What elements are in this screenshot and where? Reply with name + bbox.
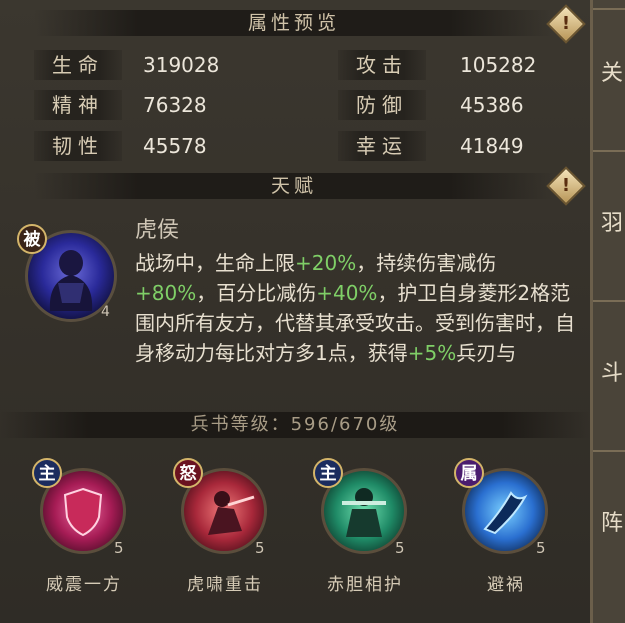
desc-value: +40% [316, 281, 378, 305]
strip-glyph: 斗 [601, 361, 624, 386]
desc-text: ，百分比减伤 [196, 281, 317, 305]
skill-level-1: 5 [114, 539, 124, 557]
stat-label-attack: 攻击 [338, 50, 426, 80]
skill-level-2: 5 [255, 539, 265, 557]
desc-text: ，持续伤害减伤 [356, 251, 497, 275]
strip-glyph: 羽 [601, 211, 624, 236]
stat-label-defense: 防御 [338, 90, 426, 120]
strip-glyph: 阵 [601, 511, 624, 536]
stat-value-defense: 45386 [460, 93, 524, 117]
stat-value-toughness: 45578 [143, 134, 207, 158]
strip-divider [593, 450, 625, 452]
stat-value-luck: 41849 [460, 134, 524, 158]
adjacent-panel-strip[interactable]: 关 羽 斗 阵 [590, 0, 625, 623]
skill-tag-1: 主 [32, 458, 62, 488]
skill-name-2: 虎啸重击 [187, 575, 263, 595]
desc-value: +20% [295, 251, 357, 275]
passive-tag-badge: 被 [17, 224, 47, 254]
exclamation-icon: ! [561, 175, 571, 196]
strip-divider [593, 300, 625, 302]
desc-text: 兵刃与 [456, 341, 517, 365]
desc-value: +80% [135, 281, 197, 305]
attributes-header: 属性预览 [34, 10, 554, 36]
general-detail-panel: 属性预览 ! 生命 319028 攻击 105282 精神 76328 防御 4… [0, 0, 590, 623]
desc-value: +5% [407, 341, 457, 365]
book-level-bar: 兵书等级：596/670级 [0, 412, 590, 438]
stat-label-hp: 生命 [34, 50, 122, 80]
skill-level-3: 5 [395, 539, 405, 557]
stat-value-spirit: 76328 [143, 93, 207, 117]
exclamation-icon: ! [561, 13, 571, 34]
strip-divider [593, 8, 625, 10]
skill-tag-2: 怒 [173, 458, 203, 488]
talent-header: 天赋 [34, 173, 554, 199]
desc-text: 战场中，生命上限 [135, 251, 295, 275]
stat-label-spirit: 精神 [34, 90, 122, 120]
skill-name-1: 威震一方 [46, 575, 122, 595]
stat-value-attack: 105282 [460, 53, 537, 77]
stat-label-luck: 幸运 [338, 131, 426, 161]
stat-label-toughness: 韧性 [34, 131, 122, 161]
talent-name: 虎侯 [135, 218, 180, 243]
stat-value-hp: 319028 [143, 53, 220, 77]
skill-name-3: 赤胆相护 [327, 575, 403, 595]
talent-description: 战场中，生命上限+20%，持续伤害减伤+80%，百分比减伤+40%，护卫自身菱形… [135, 248, 575, 368]
skill-name-4: 避祸 [487, 575, 525, 595]
skill-tag-4: 属 [454, 458, 484, 488]
skill-level-4: 5 [536, 539, 546, 557]
strip-glyph: 关 [601, 61, 624, 86]
skill-tag-3: 主 [313, 458, 343, 488]
strip-divider [593, 150, 625, 152]
talent-level: 4 [101, 304, 110, 320]
